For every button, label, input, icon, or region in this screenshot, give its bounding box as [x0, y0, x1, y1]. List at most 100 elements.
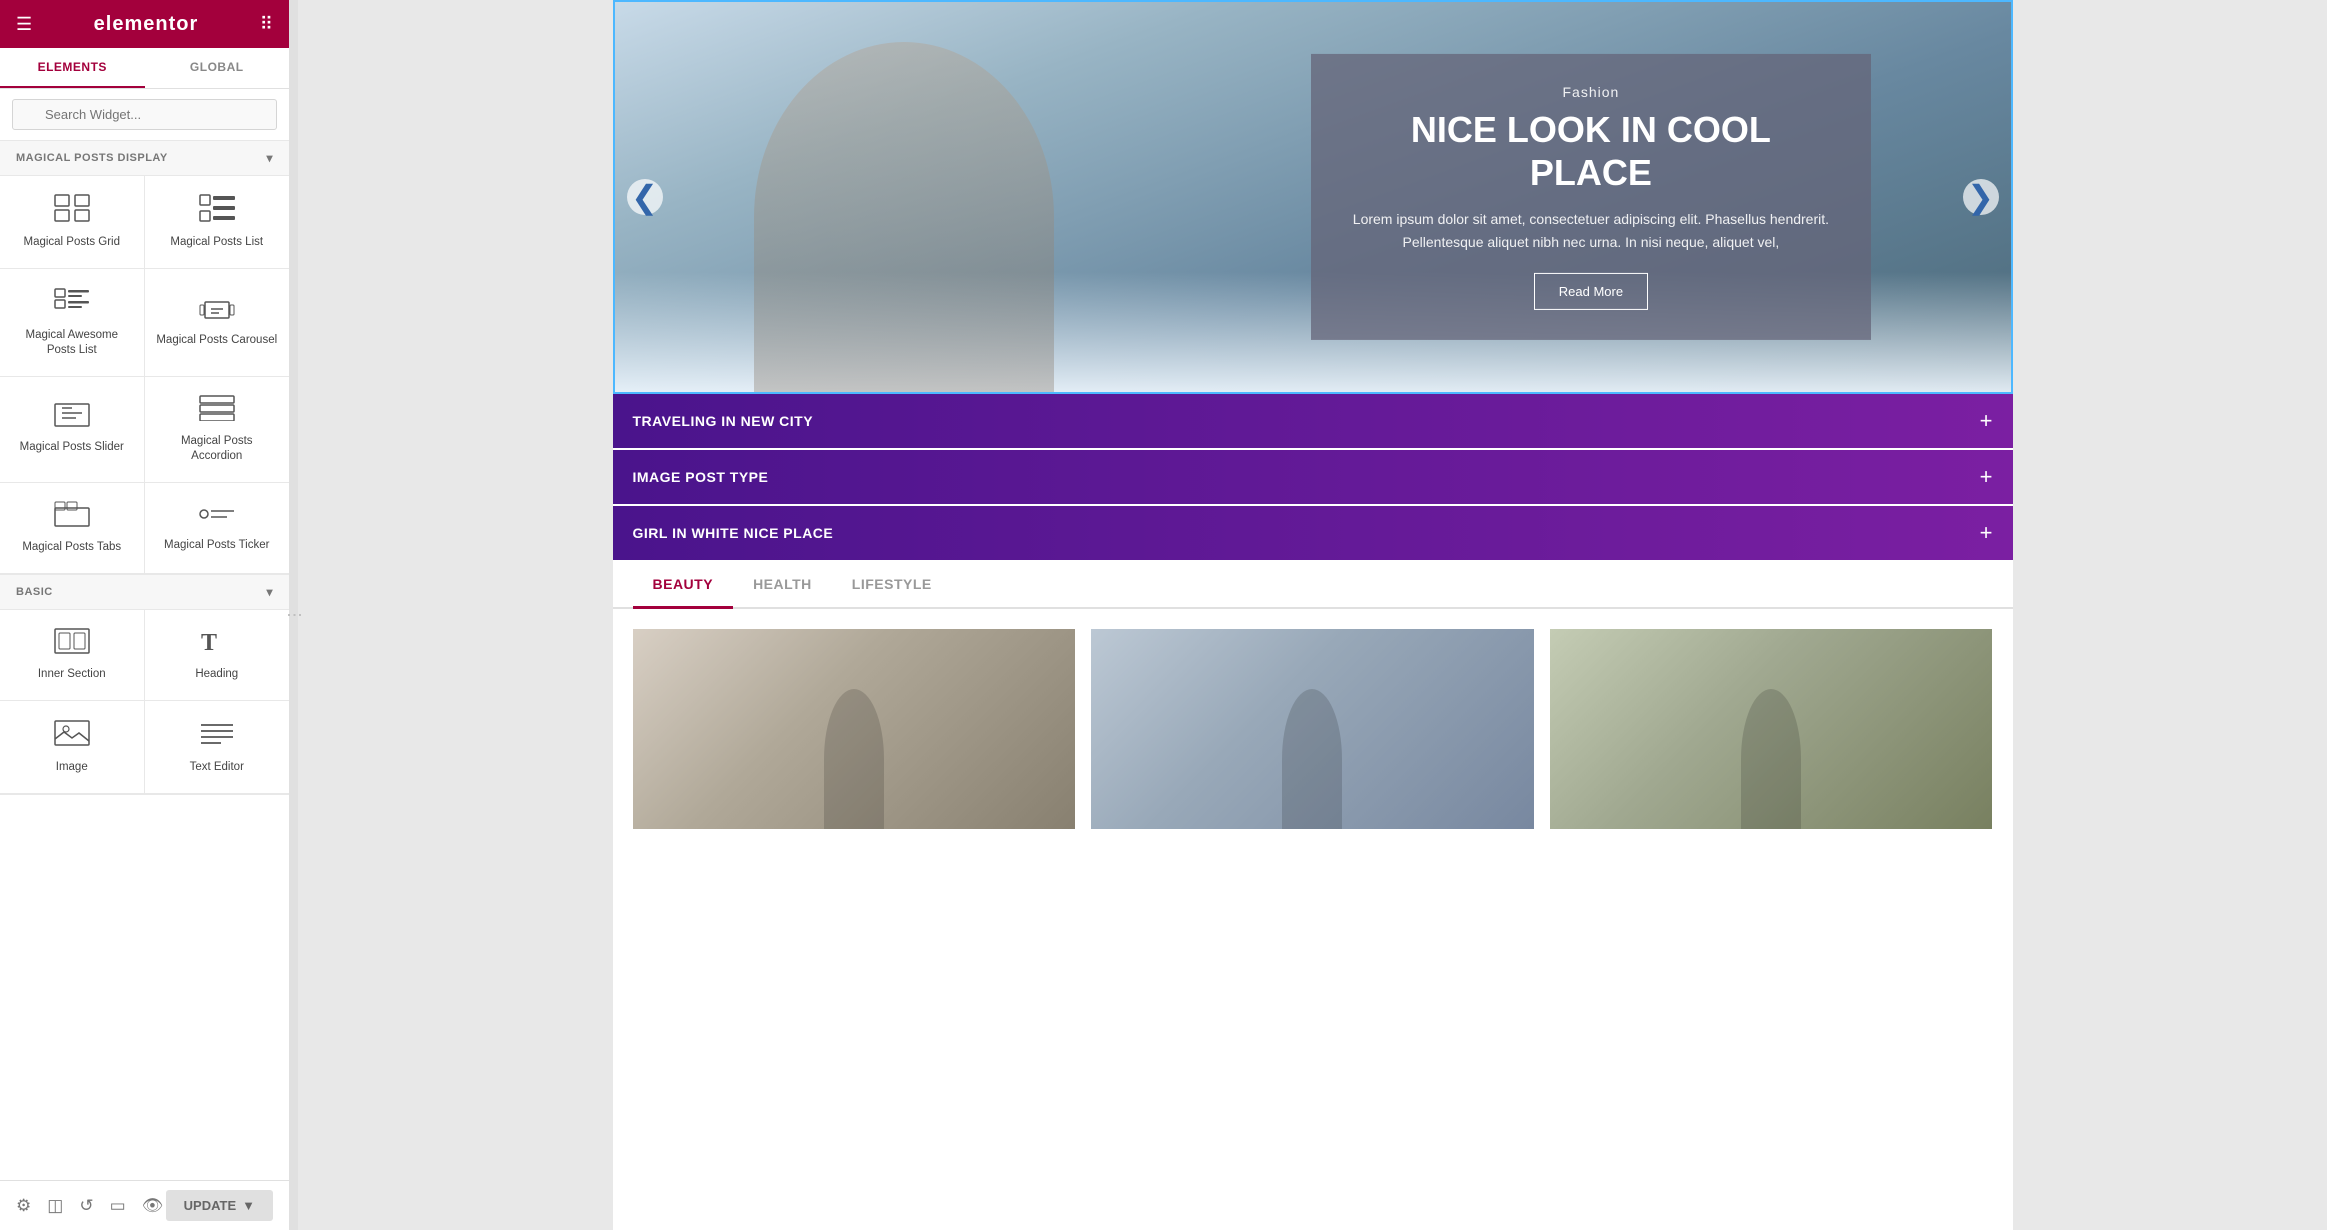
- widget-posts-accordion[interactable]: Magical Posts Accordion: [145, 377, 290, 483]
- responsive-icon[interactable]: ▭: [110, 1196, 126, 1216]
- image-widget-icon: [54, 719, 90, 752]
- widget-posts-grid[interactable]: Magical Posts Grid: [0, 176, 145, 269]
- widget-label-image: Image: [56, 760, 88, 775]
- grid-widget-icon: [54, 194, 90, 227]
- hamburger-icon[interactable]: ☰: [16, 14, 32, 35]
- carousel-arrow-left[interactable]: ❮: [627, 179, 663, 215]
- slider-widget-icon: [54, 403, 90, 432]
- carousel-overlay: Fashion NICE LOOK IN COOL PLACE Lorem ip…: [1311, 54, 1871, 340]
- search-input[interactable]: [12, 99, 277, 130]
- widget-posts-tabs[interactable]: Magical Posts Tabs: [0, 483, 145, 574]
- accordion-widget-icon: [199, 395, 235, 426]
- tab-elements[interactable]: ELEMENTS: [0, 48, 145, 88]
- accordion-section: TRAVELING IN NEW CITY + IMAGE POST TYPE …: [613, 394, 2013, 560]
- carousel-title: NICE LOOK IN COOL PLACE: [1351, 108, 1831, 194]
- settings-icon[interactable]: ⚙: [16, 1196, 31, 1216]
- svg-text:T: T: [201, 630, 217, 654]
- text-editor-widget-icon: [199, 719, 235, 752]
- magical-posts-widgets: Magical Posts Grid Magical Posts List: [0, 176, 289, 575]
- update-label: UPDATE: [184, 1198, 236, 1213]
- widget-label-posts-carousel: Magical Posts Carousel: [156, 333, 277, 348]
- carousel-category: Fashion: [1351, 84, 1831, 100]
- widget-image[interactable]: Image: [0, 701, 145, 794]
- history-icon[interactable]: ↺: [79, 1196, 93, 1216]
- awesome-list-widget-icon: [54, 287, 90, 320]
- carousel-arrow-right[interactable]: ❯: [1963, 179, 1999, 215]
- widget-label-text-editor: Text Editor: [190, 760, 244, 775]
- widget-heading[interactable]: T Heading: [145, 610, 290, 701]
- widget-awesome-posts-list[interactable]: Magical Awesome Posts List: [0, 269, 145, 377]
- post-card-image-1: [633, 629, 1076, 829]
- carousel-read-more-button[interactable]: Read More: [1534, 273, 1648, 310]
- section-basic[interactable]: BASIC ▾: [0, 575, 289, 610]
- post-card-2: [1091, 629, 1534, 829]
- widget-label-posts-list: Magical Posts List: [170, 235, 263, 250]
- widget-label-posts-slider: Magical Posts Slider: [20, 440, 124, 455]
- eye-icon[interactable]: 👁: [142, 1196, 164, 1216]
- accordion-title-2: GIRL IN WHITE NICE PLACE: [633, 525, 834, 541]
- widget-text-editor[interactable]: Text Editor: [145, 701, 290, 794]
- carousel-excerpt: Lorem ipsum dolor sit amet, consectetuer…: [1351, 208, 1831, 253]
- search-bar: 🔍: [0, 89, 289, 141]
- post-card-image-3: [1550, 629, 1993, 829]
- canvas-area: Fashion NICE LOOK IN COOL PLACE Lorem ip…: [613, 0, 2013, 1230]
- inner-section-widget-icon: [54, 628, 90, 659]
- accordion-item-0[interactable]: TRAVELING IN NEW CITY +: [613, 394, 2013, 448]
- collapse-icon: ▾: [266, 151, 273, 165]
- section-magical-posts[interactable]: MAGICAL POSTS DISPLAY ▾: [0, 141, 289, 176]
- section-label-basic: BASIC: [16, 586, 53, 598]
- widget-label-posts-accordion: Magical Posts Accordion: [155, 434, 280, 464]
- panel-footer: ⚙ ◫ ↺ ▭ 👁 UPDATE ▼: [0, 1180, 289, 1230]
- tab-health[interactable]: HEALTH: [733, 562, 832, 609]
- widget-label-posts-tabs: Magical Posts Tabs: [22, 540, 121, 555]
- panel-header: ☰ elementor ⠿: [0, 0, 289, 48]
- widget-label-heading: Heading: [195, 667, 238, 682]
- carousel-section: Fashion NICE LOOK IN COOL PLACE Lorem ip…: [613, 0, 2013, 394]
- carousel-widget-icon: [199, 297, 235, 325]
- tabs-widget-icon: [54, 501, 90, 532]
- resize-handle[interactable]: ⋮: [290, 0, 298, 1230]
- elementor-logo: elementor: [94, 13, 199, 36]
- widget-label-inner-section: Inner Section: [38, 667, 106, 682]
- tabs-section: BEAUTY HEALTH LIFESTYLE: [613, 562, 2013, 849]
- accordion-title-1: IMAGE POST TYPE: [633, 469, 769, 485]
- footer-icons: ⚙ ◫ ↺ ▭ 👁: [16, 1196, 163, 1216]
- resize-dots: ⋮: [285, 607, 304, 623]
- accordion-item-1[interactable]: IMAGE POST TYPE +: [613, 450, 2013, 504]
- panel-content: MAGICAL POSTS DISPLAY ▾ Magical Posts Gr…: [0, 141, 289, 1180]
- layers-icon[interactable]: ◫: [47, 1196, 63, 1216]
- list-widget-icon: [199, 194, 235, 227]
- tab-lifestyle[interactable]: LIFESTYLE: [832, 562, 952, 609]
- tabs-content: [613, 609, 2013, 849]
- collapse-icon-basic: ▾: [266, 585, 273, 599]
- basic-widgets: Inner Section T Heading: [0, 610, 289, 795]
- arrow-right-icon: ❯: [1967, 178, 1994, 216]
- accordion-icon-2: +: [1980, 522, 1993, 544]
- update-arrow: ▼: [242, 1198, 255, 1213]
- post-card-3: [1550, 629, 1993, 829]
- tab-beauty[interactable]: BEAUTY: [633, 562, 734, 609]
- tabs-header: BEAUTY HEALTH LIFESTYLE: [613, 562, 2013, 609]
- widget-label-posts-grid: Magical Posts Grid: [23, 235, 120, 250]
- widget-label-awesome-posts-list: Magical Awesome Posts List: [10, 328, 134, 358]
- widget-posts-ticker[interactable]: Magical Posts Ticker: [145, 483, 290, 574]
- widget-posts-slider[interactable]: Magical Posts Slider: [0, 377, 145, 483]
- panel-tabs: ELEMENTS GLOBAL: [0, 48, 289, 89]
- heading-widget-icon: T: [199, 628, 235, 659]
- section-label-magical: MAGICAL POSTS DISPLAY: [16, 152, 168, 164]
- arrow-left-icon: ❮: [631, 178, 658, 216]
- widget-posts-carousel[interactable]: Magical Posts Carousel: [145, 269, 290, 377]
- update-button[interactable]: UPDATE ▼: [166, 1190, 273, 1221]
- accordion-item-2[interactable]: GIRL IN WHITE NICE PLACE +: [613, 506, 2013, 560]
- grid-icon[interactable]: ⠿: [260, 14, 273, 35]
- widget-posts-list[interactable]: Magical Posts List: [145, 176, 290, 269]
- post-card-image-2: [1091, 629, 1534, 829]
- widget-label-posts-ticker: Magical Posts Ticker: [164, 538, 269, 553]
- post-card-1: [633, 629, 1076, 829]
- accordion-icon-1: +: [1980, 466, 1993, 488]
- main-canvas: Fashion NICE LOOK IN COOL PLACE Lorem ip…: [298, 0, 2327, 1230]
- tab-global[interactable]: GLOBAL: [145, 48, 290, 88]
- accordion-title-0: TRAVELING IN NEW CITY: [633, 413, 814, 429]
- widget-inner-section[interactable]: Inner Section: [0, 610, 145, 701]
- ticker-widget-icon: [199, 502, 235, 530]
